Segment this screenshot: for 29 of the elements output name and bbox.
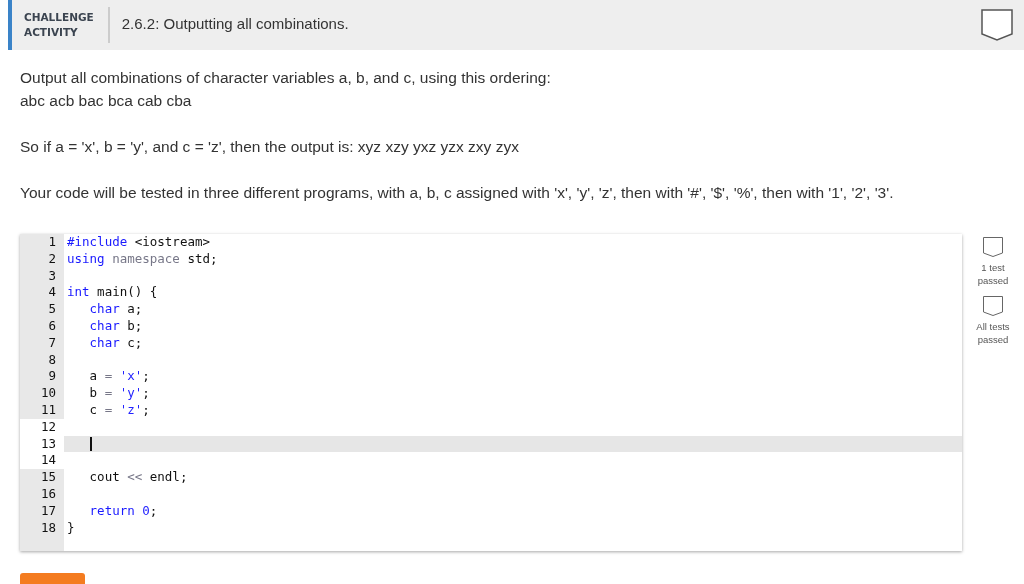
instruction-text: Your code will be tested in three different programs, with a, b, c assigned with 'x', 'y', 'z', then with '#', '$', '%', then with '1', '2', '3'. [20,183,895,203]
code-line: char c; [88,334,143,352]
activity-label: CHALLENGE ACTIVITY [24,10,94,40]
code-line: int main() { [67,284,158,302]
instruction-text: So if a = 'x', b = 'y', and c = 'z', then the output is: xyz xzy yxz yzx zxy zyx [20,137,520,157]
code-line: a = 'x'; [88,368,150,386]
gutter-strip [20,536,64,552]
activity-title: 2.6.2: Outputting all combinations. [121,14,350,32]
test-status-label: 1 test passed [977,262,1009,287]
code-line: return 0; [88,502,158,520]
code-line: } [67,519,75,537]
code-line: c = 'z'; [88,401,150,419]
line-number: 4 [20,284,64,302]
code-line: b = 'y'; [88,385,150,402]
code-line: char a; [88,301,143,318]
text-cursor [89,436,92,451]
instruction-text: abc acb bac bca cab cba [20,91,193,111]
code-line: char b; [88,318,143,335]
line-number: 15 [20,469,64,486]
code-line: cout << endl; [88,469,188,486]
line-number: 10 [20,385,64,402]
code-line: using namespace std; [67,250,218,268]
code-editor[interactable]: 1 #include <iostream> 2 using namespace std; 3 4 int main() { 5 char a; 6 char b; 7 char c; 8 9 a = 'x'; 10 b = 'y'; 11 c = 'z'; 12 13 14 15 cout << endl; 16 17 return 0; 18 } [20,234,962,552]
line-number: 1 [20,234,64,251]
test-status-label: All tests passed [976,321,1010,346]
line-number: 5 [20,301,64,318]
line-number: 9 [20,368,64,386]
instruction-text: Output all combinations of character variables a, b, and c, using this ordering: [20,68,552,88]
code-line: #include <iostream> [67,234,210,251]
